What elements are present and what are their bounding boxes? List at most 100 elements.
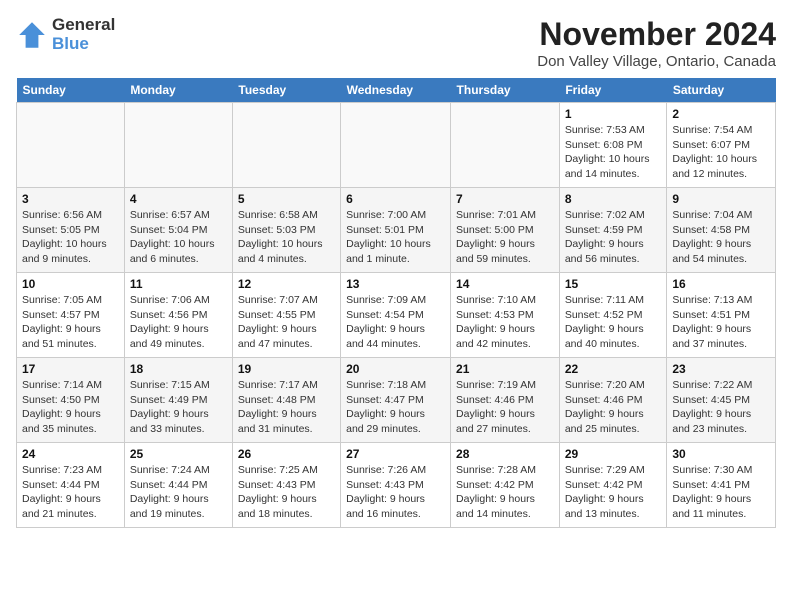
- day-number: 20: [346, 362, 445, 376]
- day-number: 15: [565, 277, 662, 291]
- day-info: Sunrise: 7:15 AM Sunset: 4:49 PM Dayligh…: [130, 378, 227, 437]
- day-number: 14: [456, 277, 554, 291]
- day-info: Sunrise: 7:13 AM Sunset: 4:51 PM Dayligh…: [672, 293, 770, 352]
- day-number: 18: [130, 362, 227, 376]
- day-info: Sunrise: 7:29 AM Sunset: 4:42 PM Dayligh…: [565, 463, 662, 522]
- month-title: November 2024: [537, 16, 776, 53]
- day-number: 19: [238, 362, 335, 376]
- calendar-cell: 15Sunrise: 7:11 AM Sunset: 4:52 PM Dayli…: [559, 273, 667, 358]
- day-info: Sunrise: 7:25 AM Sunset: 4:43 PM Dayligh…: [238, 463, 335, 522]
- day-number: 27: [346, 447, 445, 461]
- day-number: 7: [456, 192, 554, 206]
- calendar-cell: 27 Sunrise: 7:26 AM Sunset: 4:43 PM Dayli…: [341, 443, 451, 528]
- calendar-cell: [124, 103, 232, 188]
- day-number: 3: [22, 192, 119, 206]
- calendar-cell: 14 Sunrise: 7:10 AM Sunset: 4:53 PM Dayli…: [451, 273, 560, 358]
- calendar-cell: 30Sunrise: 7:30 AM Sunset: 4:41 PM Dayli…: [667, 443, 776, 528]
- calendar-cell: 13Sunrise: 7:09 AM Sunset: 4:54 PM Dayli…: [341, 273, 451, 358]
- day-info: Sunrise: 7:02 AM Sunset: 4:59 PM Dayligh…: [565, 208, 662, 267]
- day-info: Sunrise: 7:05 AM Sunset: 4:57 PM Dayligh…: [22, 293, 119, 352]
- day-info: Sunrise: 7:18 AM Sunset: 4:47 PM Dayligh…: [346, 378, 445, 437]
- week-row-0: 1Sunrise: 7:53 AM Sunset: 6:08 PM Daylig…: [17, 103, 776, 188]
- weekday-sunday: Sunday: [17, 78, 125, 103]
- calendar-cell: 18 Sunrise: 7:15 AM Sunset: 4:49 PM Dayli…: [124, 358, 232, 443]
- day-number: 10: [22, 277, 119, 291]
- calendar-body: 1Sunrise: 7:53 AM Sunset: 6:08 PM Daylig…: [17, 103, 776, 528]
- day-number: 2: [672, 107, 770, 121]
- day-number: 26: [238, 447, 335, 461]
- calendar-cell: [17, 103, 125, 188]
- logo-icon: [16, 19, 48, 51]
- day-number: 16: [672, 277, 770, 291]
- weekday-wednesday: Wednesday: [341, 78, 451, 103]
- day-info: Sunrise: 6:57 AM Sunset: 5:04 PM Dayligh…: [130, 208, 227, 267]
- logo-general: General: [52, 15, 115, 34]
- day-info: Sunrise: 7:26 AM Sunset: 4:43 PM Dayligh…: [346, 463, 445, 522]
- calendar-cell: 25 Sunrise: 7:24 AM Sunset: 4:44 PM Dayli…: [124, 443, 232, 528]
- weekday-tuesday: Tuesday: [232, 78, 340, 103]
- calendar-cell: 4 Sunrise: 6:57 AM Sunset: 5:04 PM Daylig…: [124, 188, 232, 273]
- weekday-header-row: SundayMondayTuesdayWednesdayThursdayFrid…: [17, 78, 776, 103]
- day-info: Sunrise: 7:06 AM Sunset: 4:56 PM Dayligh…: [130, 293, 227, 352]
- calendar-cell: 12 Sunrise: 7:07 AM Sunset: 4:55 PM Dayli…: [232, 273, 340, 358]
- calendar-cell: [341, 103, 451, 188]
- calendar-cell: 6Sunrise: 7:00 AM Sunset: 5:01 PM Daylig…: [341, 188, 451, 273]
- calendar-cell: 19 Sunrise: 7:17 AM Sunset: 4:48 PM Dayli…: [232, 358, 340, 443]
- weekday-saturday: Saturday: [667, 78, 776, 103]
- day-number: 25: [130, 447, 227, 461]
- calendar-cell: 28 Sunrise: 7:28 AM Sunset: 4:42 PM Dayli…: [451, 443, 560, 528]
- calendar-cell: 5Sunrise: 6:58 AM Sunset: 5:03 PM Daylig…: [232, 188, 340, 273]
- calendar-cell: 21 Sunrise: 7:19 AM Sunset: 4:46 PM Dayli…: [451, 358, 560, 443]
- logo-blue: Blue: [52, 34, 89, 53]
- calendar-cell: 23 Sunrise: 7:22 AM Sunset: 4:45 PM Dayli…: [667, 358, 776, 443]
- title-area: November 2024 Don Valley Village, Ontari…: [537, 16, 776, 70]
- day-info: Sunrise: 7:10 AM Sunset: 4:53 PM Dayligh…: [456, 293, 554, 352]
- calendar-cell: 29 Sunrise: 7:29 AM Sunset: 4:42 PM Dayli…: [559, 443, 667, 528]
- weekday-thursday: Thursday: [451, 78, 560, 103]
- week-row-2: 10 Sunrise: 7:05 AM Sunset: 4:57 PM Dayli…: [17, 273, 776, 358]
- location-title: Don Valley Village, Ontario, Canada: [537, 53, 776, 70]
- page-header: General Blue November 2024 Don Valley Vi…: [16, 16, 776, 70]
- day-info: Sunrise: 7:07 AM Sunset: 4:55 PM Dayligh…: [238, 293, 335, 352]
- calendar-cell: 22Sunrise: 7:20 AM Sunset: 4:46 PM Dayli…: [559, 358, 667, 443]
- week-row-3: 17Sunrise: 7:14 AM Sunset: 4:50 PM Dayli…: [17, 358, 776, 443]
- day-number: 24: [22, 447, 119, 461]
- day-info: Sunrise: 7:00 AM Sunset: 5:01 PM Dayligh…: [346, 208, 445, 267]
- calendar-cell: 26 Sunrise: 7:25 AM Sunset: 4:43 PM Dayli…: [232, 443, 340, 528]
- day-info: Sunrise: 7:14 AM Sunset: 4:50 PM Dayligh…: [22, 378, 119, 437]
- calendar-cell: 7Sunrise: 7:01 AM Sunset: 5:00 PM Daylig…: [451, 188, 560, 273]
- day-info: Sunrise: 7:22 AM Sunset: 4:45 PM Dayligh…: [672, 378, 770, 437]
- day-number: 29: [565, 447, 662, 461]
- calendar-cell: 8Sunrise: 7:02 AM Sunset: 4:59 PM Daylig…: [559, 188, 667, 273]
- calendar-table: SundayMondayTuesdayWednesdayThursdayFrid…: [16, 78, 776, 528]
- day-info: Sunrise: 7:20 AM Sunset: 4:46 PM Dayligh…: [565, 378, 662, 437]
- day-number: 5: [238, 192, 335, 206]
- calendar-cell: 11 Sunrise: 7:06 AM Sunset: 4:56 PM Dayli…: [124, 273, 232, 358]
- day-info: Sunrise: 7:54 AM Sunset: 6:07 PM Dayligh…: [672, 123, 770, 182]
- day-number: 11: [130, 277, 227, 291]
- day-info: Sunrise: 6:56 AM Sunset: 5:05 PM Dayligh…: [22, 208, 119, 267]
- day-number: 21: [456, 362, 554, 376]
- day-info: Sunrise: 7:19 AM Sunset: 4:46 PM Dayligh…: [456, 378, 554, 437]
- day-info: Sunrise: 7:28 AM Sunset: 4:42 PM Dayligh…: [456, 463, 554, 522]
- weekday-monday: Monday: [124, 78, 232, 103]
- day-number: 23: [672, 362, 770, 376]
- day-info: Sunrise: 7:30 AM Sunset: 4:41 PM Dayligh…: [672, 463, 770, 522]
- calendar-cell: 3 Sunrise: 6:56 AM Sunset: 5:05 PM Daylig…: [17, 188, 125, 273]
- calendar-cell: 17Sunrise: 7:14 AM Sunset: 4:50 PM Dayli…: [17, 358, 125, 443]
- day-info: Sunrise: 7:53 AM Sunset: 6:08 PM Dayligh…: [565, 123, 662, 182]
- calendar-cell: 24 Sunrise: 7:23 AM Sunset: 4:44 PM Dayli…: [17, 443, 125, 528]
- calendar-cell: 20 Sunrise: 7:18 AM Sunset: 4:47 PM Dayli…: [341, 358, 451, 443]
- week-row-4: 24 Sunrise: 7:23 AM Sunset: 4:44 PM Dayli…: [17, 443, 776, 528]
- logo: General Blue: [16, 16, 115, 53]
- day-info: Sunrise: 7:17 AM Sunset: 4:48 PM Dayligh…: [238, 378, 335, 437]
- calendar-cell: [451, 103, 560, 188]
- weekday-friday: Friday: [559, 78, 667, 103]
- day-info: Sunrise: 7:09 AM Sunset: 4:54 PM Dayligh…: [346, 293, 445, 352]
- day-info: Sunrise: 7:24 AM Sunset: 4:44 PM Dayligh…: [130, 463, 227, 522]
- day-number: 12: [238, 277, 335, 291]
- day-number: 28: [456, 447, 554, 461]
- calendar-cell: [232, 103, 340, 188]
- day-info: Sunrise: 7:23 AM Sunset: 4:44 PM Dayligh…: [22, 463, 119, 522]
- day-number: 4: [130, 192, 227, 206]
